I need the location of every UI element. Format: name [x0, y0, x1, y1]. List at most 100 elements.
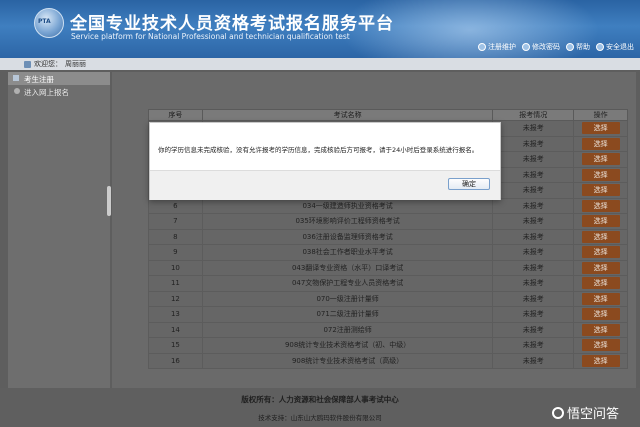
cell-op: 选择 [573, 321, 628, 338]
col-header-name: 考试名称 [201, 109, 494, 121]
cell-num: 8 [148, 228, 203, 245]
table-row: 9 038社会工作者职业水平考试 未报考 选择 [148, 244, 628, 261]
support-text: 技术支持：山东山大鸥玛软件股份有限公司 [258, 414, 382, 422]
cell-exam-name: 908统计专业技术资格考试（初、中级） [201, 337, 494, 354]
logo-text: PTA [38, 18, 51, 25]
cell-num: 6 [148, 197, 203, 214]
choose-button[interactable]: 选择 [581, 199, 620, 212]
cell-exam-name: 071二级注册计量师 [201, 306, 494, 323]
folder-icon [13, 75, 19, 81]
copyright-text: 版权所有：人力资源和社会保障部人事考试中心 [241, 395, 399, 404]
sidebar-resize-handle[interactable] [107, 186, 111, 216]
sidebar-item-online-register[interactable]: 进入网上报名 [8, 85, 110, 97]
choose-button[interactable]: 选择 [581, 277, 620, 290]
site-subtitle: Service platform for National Profession… [71, 32, 350, 41]
table-row: 10 043翻译专业资格（水平）口译考试 未报考 选择 [148, 259, 628, 276]
cell-num: 7 [148, 213, 203, 230]
choose-button[interactable]: 选择 [581, 184, 620, 197]
cell-status: 未报考 [492, 166, 575, 183]
choose-button[interactable]: 选择 [581, 354, 620, 367]
cell-exam-name: 072注册测绘师 [201, 321, 494, 338]
help-icon [566, 43, 574, 51]
bullet-icon [14, 88, 20, 94]
table-row: 11 047文物保护工程专业人员资格考试 未报考 选择 [148, 275, 628, 292]
cell-num: 16 [148, 352, 203, 369]
choose-button[interactable]: 选择 [581, 168, 620, 181]
cell-exam-name: 036注册设备监理师资格考试 [201, 228, 494, 245]
help-link[interactable]: 帮助 [566, 42, 590, 52]
cell-exam-name: 035环境影响评价工程师资格考试 [201, 213, 494, 230]
alert-message: 你的学历信息未完成核验，没有允许报考的学历信息，完成核验后方可报考，请于24小时… [158, 146, 479, 154]
cell-exam-name: 070一级注册计量师 [201, 290, 494, 307]
cell-status: 未报考 [492, 120, 575, 137]
watermark: 悟空问答 [552, 403, 619, 422]
table-row: 7 035环境影响评价工程师资格考试 未报考 选择 [148, 213, 628, 230]
cell-op: 选择 [573, 275, 628, 292]
col-header-status: 报考情况 [492, 109, 575, 121]
cell-op: 选择 [573, 135, 628, 152]
footer: 版权所有：人力资源和社会保障部人事考试中心 技术支持：山东山大鸥玛软件股份有限公… [0, 388, 640, 427]
alert-dialog: 你的学历信息未完成核验，没有允许报考的学历信息，完成核验后方可报考，请于24小时… [149, 122, 501, 200]
choose-button[interactable]: 选择 [581, 323, 620, 336]
choose-button[interactable]: 选择 [581, 308, 620, 321]
cell-op: 选择 [573, 151, 628, 168]
choose-button[interactable]: 选择 [581, 261, 620, 274]
cell-op: 选择 [573, 290, 628, 307]
cell-op: 选择 [573, 197, 628, 214]
person-icon [24, 60, 31, 68]
choose-button[interactable]: 选择 [581, 339, 620, 352]
watermark-logo-icon [552, 406, 564, 419]
cell-op: 选择 [573, 244, 628, 261]
sidebar: 考生注册 进入网上报名 [8, 72, 110, 388]
cell-num: 11 [148, 275, 203, 292]
cell-status: 未报考 [492, 151, 575, 168]
cell-status: 未报考 [492, 259, 575, 276]
cell-status: 未报考 [492, 290, 575, 307]
register-maintain-link[interactable]: 注册维护 [478, 42, 516, 52]
welcome-text: 欢迎您： 周丽丽 [24, 59, 86, 69]
cell-exam-name: 034一级建造师执业资格考试 [201, 197, 494, 214]
cell-num: 9 [148, 244, 203, 261]
cell-op: 选择 [573, 166, 628, 183]
cell-status: 未报考 [492, 182, 575, 199]
key-icon [522, 43, 530, 51]
cell-num: 12 [148, 290, 203, 307]
cell-num: 14 [148, 321, 203, 338]
username: 周丽丽 [65, 60, 86, 68]
col-header-num: 序号 [148, 109, 203, 121]
table-row: 12 070一级注册计量师 未报考 选择 [148, 290, 628, 307]
cell-num: 10 [148, 259, 203, 276]
change-password-link[interactable]: 修改密码 [522, 42, 560, 52]
choose-button[interactable]: 选择 [581, 246, 620, 259]
ok-button[interactable]: 确定 [448, 178, 490, 190]
choose-button[interactable]: 选择 [581, 230, 620, 243]
cell-status: 未报考 [492, 306, 575, 323]
header-links: 注册维护 修改密码 帮助 安全退出 [478, 42, 634, 52]
cell-op: 选择 [573, 120, 628, 137]
cell-op: 选择 [573, 352, 628, 369]
cell-status: 未报考 [492, 337, 575, 354]
choose-button[interactable]: 选择 [581, 122, 620, 135]
choose-button[interactable]: 选择 [581, 153, 620, 166]
cell-status: 未报考 [492, 275, 575, 292]
choose-button[interactable]: 选择 [581, 137, 620, 150]
table-row: 14 072注册测绘师 未报考 选择 [148, 321, 628, 338]
table-row: 13 071二级注册计量师 未报考 选择 [148, 306, 628, 323]
site-title: 全国专业技术人员资格考试报名服务平台 [70, 14, 394, 34]
cell-op: 选择 [573, 306, 628, 323]
cell-exam-name: 908统计专业技术资格考试（高级） [201, 352, 494, 369]
cell-exam-name: 038社会工作者职业水平考试 [201, 244, 494, 261]
cell-status: 未报考 [492, 197, 575, 214]
col-header-op: 操作 [573, 109, 628, 121]
table-header-row: 序号 考试名称 报考情况 操作 [148, 109, 628, 121]
sidebar-section-register[interactable]: 考生注册 [8, 72, 110, 85]
logout-link[interactable]: 安全退出 [596, 42, 634, 52]
cell-op: 选择 [573, 259, 628, 276]
logout-icon [596, 43, 604, 51]
choose-button[interactable]: 选择 [581, 292, 620, 305]
cell-op: 选择 [573, 228, 628, 245]
cell-status: 未报考 [492, 135, 575, 152]
cell-op: 选择 [573, 213, 628, 230]
site-header: PTA 全国专业技术人员资格考试报名服务平台 Service platform … [0, 0, 640, 58]
choose-button[interactable]: 选择 [581, 215, 620, 228]
